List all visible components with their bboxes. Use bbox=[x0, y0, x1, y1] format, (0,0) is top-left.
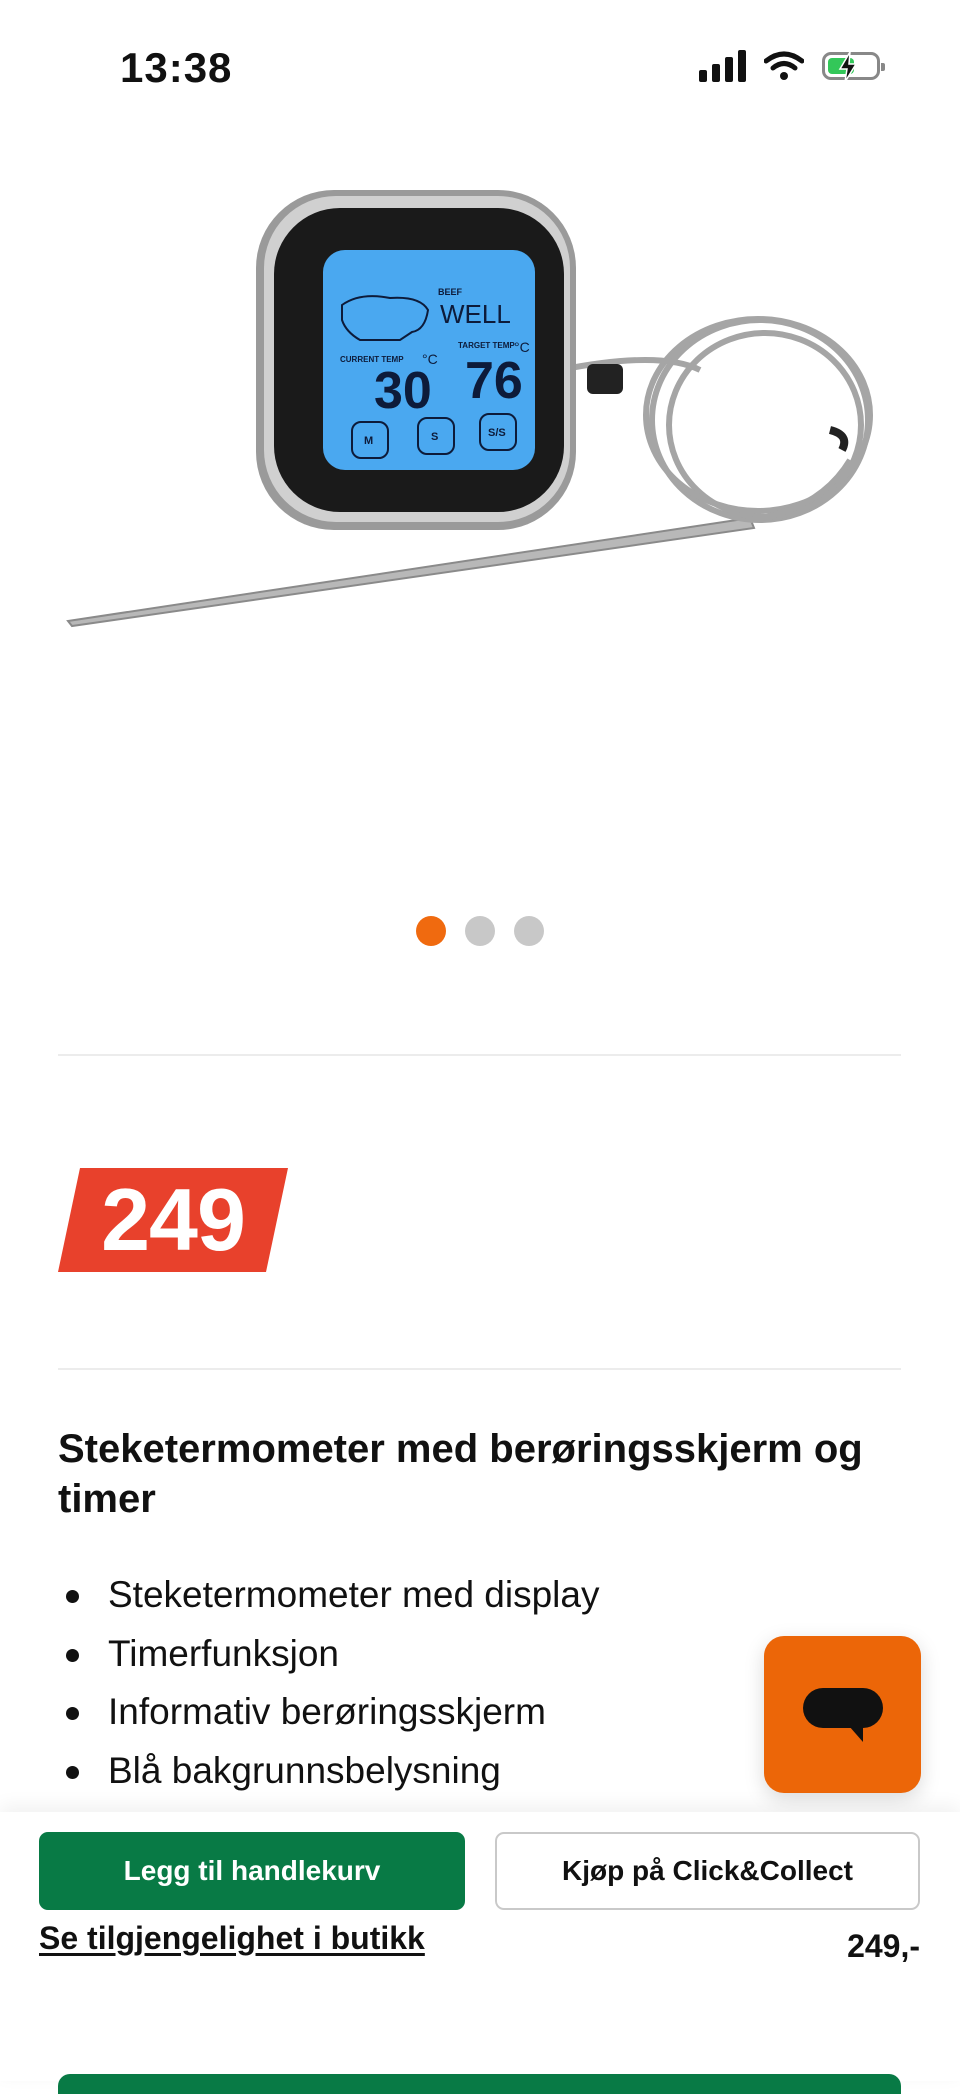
divider bbox=[58, 1054, 901, 1056]
chat-button[interactable] bbox=[764, 1636, 921, 1793]
next-button-peek[interactable] bbox=[58, 2074, 901, 2094]
status-time: 13:38 bbox=[120, 44, 233, 91]
svg-text:30: 30 bbox=[374, 362, 432, 420]
battery-icon bbox=[822, 51, 885, 83]
feature-item: Steketermometer med display bbox=[58, 1566, 599, 1625]
status-icons bbox=[699, 50, 885, 83]
add-to-cart-button[interactable]: Legg til handlekurv bbox=[39, 1832, 465, 1910]
bottom-action-bar: Legg til handlekurv Kjøp på Click&Collec… bbox=[0, 1812, 960, 2094]
svg-text:76: 76 bbox=[465, 352, 523, 410]
product-image[interactable]: BEEF WELL CURRENT TEMP TARGET TEMP 30 76… bbox=[60, 160, 920, 760]
product-gallery[interactable]: BEEF WELL CURRENT TEMP TARGET TEMP 30 76… bbox=[0, 140, 960, 960]
svg-text:TARGET TEMP: TARGET TEMP bbox=[458, 341, 515, 350]
product-title: Steketermometer med berøringsskjerm og t… bbox=[58, 1427, 863, 1521]
store-availability-link[interactable]: Se tilgjengelighet i butikk bbox=[39, 1920, 425, 1957]
feature-list: Steketermometer med display Timerfunksjo… bbox=[58, 1566, 599, 1800]
feature-item: Timerfunksjon bbox=[58, 1625, 599, 1684]
svg-text:BEEF: BEEF bbox=[438, 287, 463, 297]
wifi-icon bbox=[764, 51, 804, 80]
click-and-collect-button[interactable]: Kjøp på Click&Collect bbox=[495, 1832, 920, 1910]
gallery-pagination[interactable] bbox=[0, 916, 960, 946]
gallery-dot-3[interactable] bbox=[514, 916, 544, 946]
svg-text:°C: °C bbox=[514, 339, 530, 355]
svg-text:S: S bbox=[431, 431, 438, 443]
svg-text:°C: °C bbox=[422, 351, 438, 367]
svg-text:M: M bbox=[364, 435, 373, 447]
gallery-dot-2[interactable] bbox=[465, 916, 495, 946]
charging-bolt-icon bbox=[838, 51, 858, 83]
gallery-dot-1[interactable] bbox=[416, 916, 446, 946]
cellular-signal-icon bbox=[699, 50, 746, 82]
feature-item: Blå bakgrunnsbelysning bbox=[58, 1742, 599, 1801]
price-badge: 249 bbox=[58, 1168, 288, 1272]
status-bar: 13:38 bbox=[0, 0, 960, 140]
divider bbox=[58, 1368, 901, 1370]
feature-item: Informativ berøringsskjerm bbox=[58, 1683, 599, 1742]
price-value: 249 bbox=[101, 1170, 246, 1269]
bottom-price: 249,- bbox=[847, 1928, 920, 1964]
chat-bubble-icon bbox=[803, 1688, 883, 1742]
svg-text:WELL: WELL bbox=[440, 299, 511, 329]
svg-text:S/S: S/S bbox=[488, 427, 506, 439]
